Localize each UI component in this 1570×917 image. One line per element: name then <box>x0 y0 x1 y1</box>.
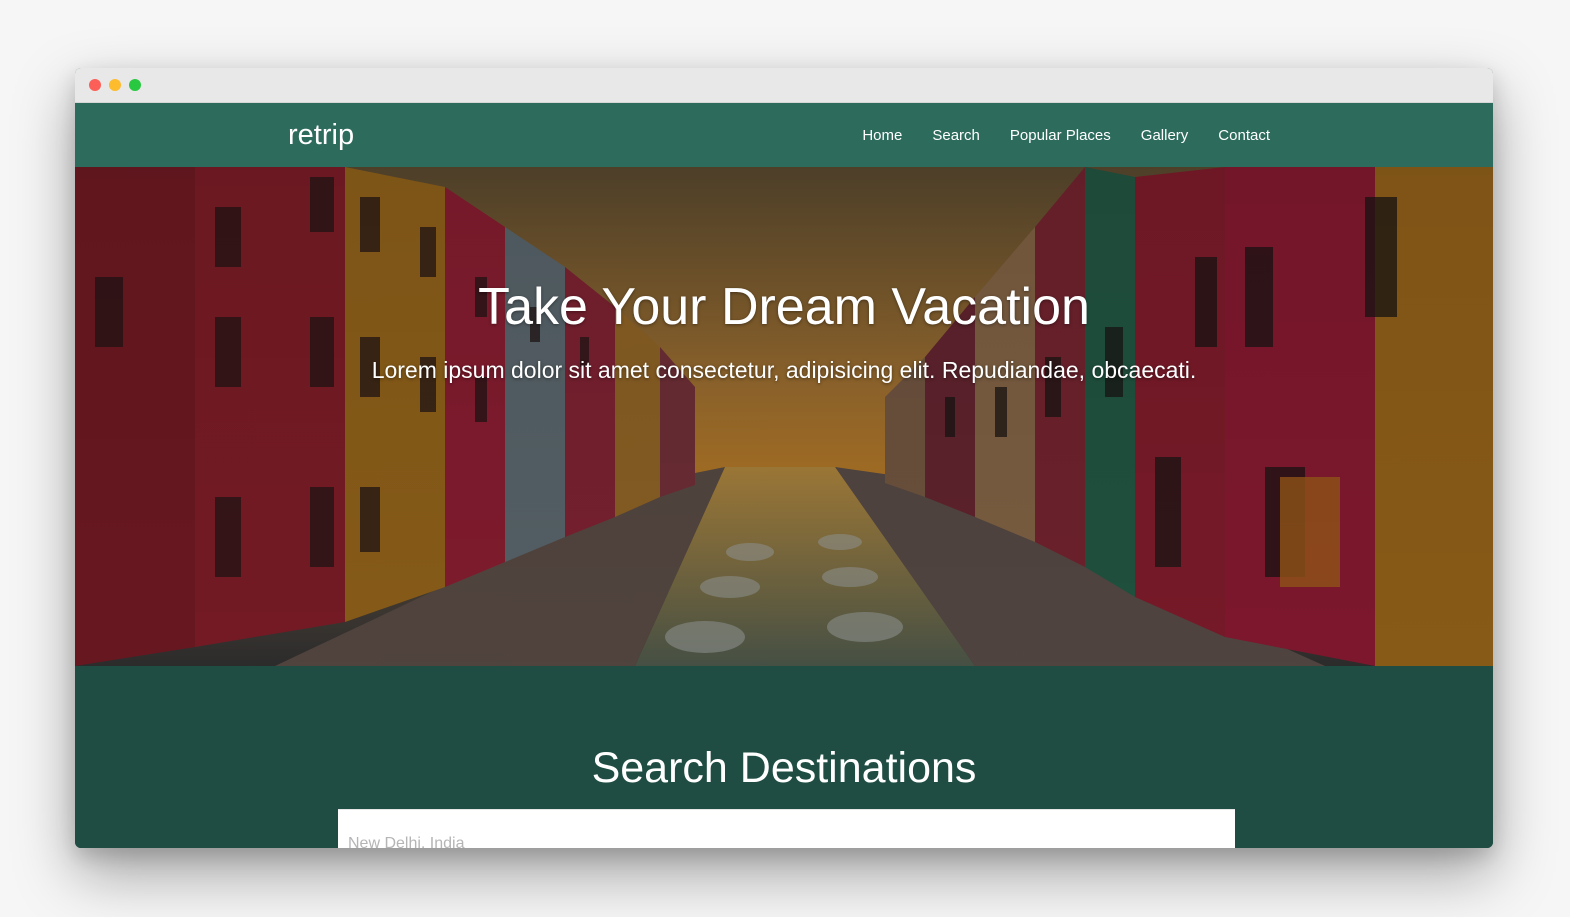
window-titlebar <box>75 68 1493 103</box>
nav-link-contact[interactable]: Contact <box>1218 127 1270 144</box>
nav-link-search[interactable]: Search <box>932 127 980 144</box>
nav-link-popular-places[interactable]: Popular Places <box>1010 127 1111 144</box>
destination-search-input[interactable] <box>338 809 1235 848</box>
nav-link-gallery[interactable]: Gallery <box>1141 127 1189 144</box>
minimize-window-button[interactable] <box>109 79 121 91</box>
brand-logo[interactable]: retrip <box>288 117 354 153</box>
nav-link-home[interactable]: Home <box>862 127 902 144</box>
hero-subtitle: Lorem ipsum dolor sit amet consectetur, … <box>371 357 1197 383</box>
nav-menu: Home Search Popular Places Gallery Conta… <box>862 103 1270 167</box>
hero-title: Take Your Dream Vacation <box>478 278 1090 336</box>
zoom-window-button[interactable] <box>129 79 141 91</box>
search-section: Search Destinations <box>75 666 1493 848</box>
hero-background-image <box>75 167 1493 666</box>
hero-banner: Take Your Dream Vacation Lorem ipsum dol… <box>75 167 1493 666</box>
browser-window: retrip Home Search Popular Places Galler… <box>75 68 1493 848</box>
search-heading: Search Destinations <box>591 744 977 792</box>
site-navbar: retrip Home Search Popular Places Galler… <box>75 103 1493 167</box>
close-window-button[interactable] <box>89 79 101 91</box>
